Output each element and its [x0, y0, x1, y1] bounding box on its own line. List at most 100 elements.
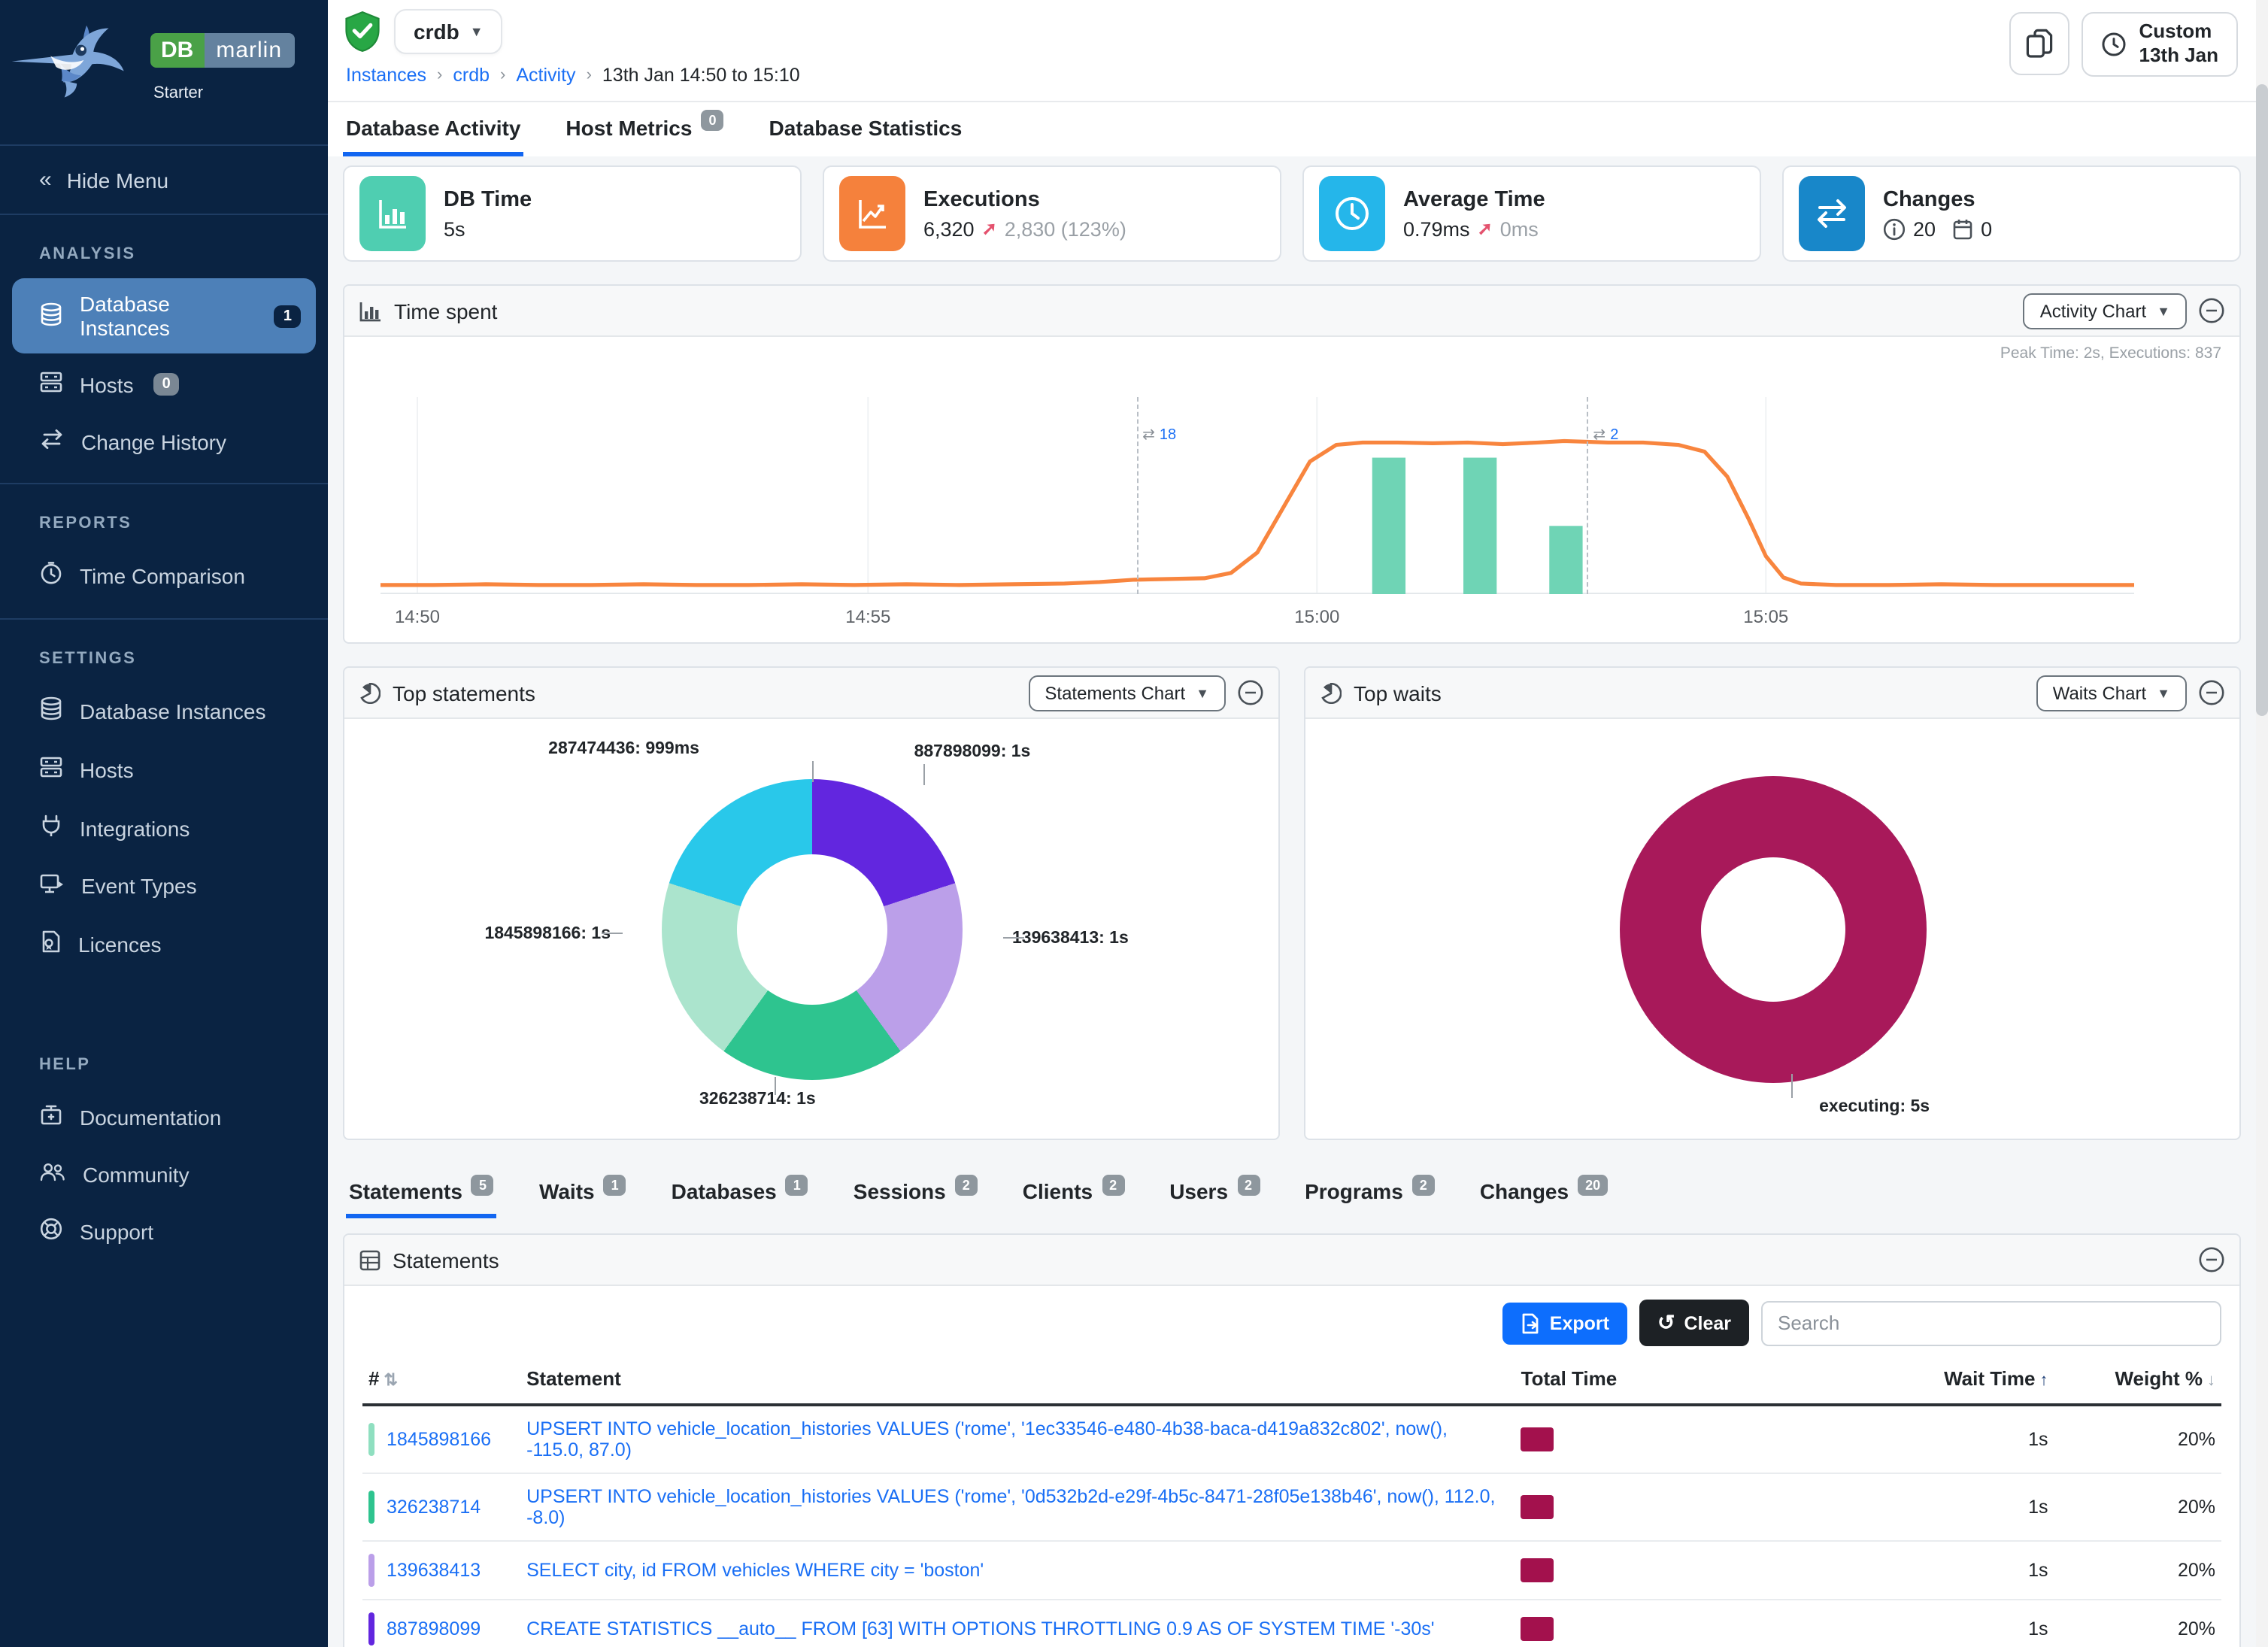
statement-id-link[interactable]: 139638413	[387, 1560, 481, 1581]
donut-ring[interactable]	[661, 778, 962, 1079]
column-header-total-time[interactable]: Total Time	[1515, 1358, 1813, 1405]
tab-statements[interactable]: Statements5	[346, 1167, 497, 1218]
pie-chart-icon	[1320, 682, 1342, 703]
collapse-panel-icon[interactable]	[2199, 1247, 2224, 1272]
waits-donut-chart[interactable]: executing: 5s	[1305, 719, 2239, 1139]
server-icon	[39, 370, 63, 399]
chevron-down-icon: ▼	[2157, 303, 2170, 318]
statement-sql-link[interactable]: UPSERT INTO vehicle_location_histories V…	[526, 1418, 1448, 1460]
sidebar-item-label: Hosts	[80, 372, 134, 396]
tab-clients[interactable]: Clients2	[1020, 1167, 1127, 1218]
sidebar-item-label: Community	[83, 1162, 190, 1186]
sidebar-item-label: Integrations	[80, 816, 190, 840]
donut-label: 326238714: 1s	[699, 1090, 816, 1109]
sidebar-item-label: Time Comparison	[80, 563, 245, 587]
swap-icon	[39, 429, 65, 454]
tab-users[interactable]: Users2	[1166, 1167, 1263, 1218]
statement-color-chip	[368, 1423, 374, 1456]
statement-sql-link[interactable]: UPSERT INTO vehicle_location_histories V…	[526, 1486, 1495, 1528]
column-header-statement[interactable]: Statement	[520, 1358, 1515, 1405]
statement-color-chip	[368, 1554, 374, 1587]
clear-button[interactable]: ↺ Clear	[1639, 1300, 1749, 1346]
tab-databases[interactable]: Databases1	[669, 1167, 811, 1218]
statement-id-link[interactable]: 326238714	[387, 1497, 481, 1518]
count-badge: 5	[471, 1175, 494, 1196]
undo-icon: ↺	[1657, 1310, 1675, 1336]
breadcrumb-crdb[interactable]: crdb	[453, 65, 490, 86]
column-header-weight-[interactable]: Weight %↓	[2054, 1358, 2221, 1405]
sidebar-item-time-comparison[interactable]: Time Comparison	[12, 547, 316, 603]
donut-label: 1845898166: 1s	[484, 925, 611, 943]
sidebar-item-community[interactable]: Community	[12, 1148, 316, 1200]
sidebar-item-label: Documentation	[80, 1105, 221, 1129]
donut-label: 887898099: 1s	[914, 743, 1031, 761]
statements-donut-chart[interactable]: 287474436: 999ms887898099: 1s1845898166:…	[344, 719, 1278, 1139]
donut-ring[interactable]	[1619, 775, 1926, 1082]
export-button[interactable]: Export	[1503, 1302, 1627, 1344]
column-header--[interactable]: #⇅	[362, 1358, 520, 1405]
topbar: crdb ▼ Instances›crdb›Activity›13th Jan …	[328, 0, 2256, 102]
tab-programs[interactable]: Programs2	[1302, 1167, 1438, 1218]
column-header-wait-time[interactable]: Wait Time↑	[1812, 1358, 2054, 1405]
statements-chart-select[interactable]: Statements Chart ▼	[1028, 675, 1226, 711]
card-value: 200	[1883, 217, 1992, 240]
tab-host-metrics[interactable]: Host Metrics0	[562, 102, 726, 156]
tab-changes[interactable]: Changes20	[1477, 1167, 1611, 1218]
sidebar-item-licences[interactable]: Licences	[12, 916, 316, 972]
sidebar-item-change-history[interactable]: Change History	[12, 415, 316, 468]
tab-sessions[interactable]: Sessions2	[850, 1167, 981, 1218]
pie-chart-icon	[359, 682, 381, 703]
change-marker-label: ⇄18	[1142, 427, 1176, 444]
statement-id-link[interactable]: 887898099	[387, 1618, 481, 1639]
time-range-button[interactable]: Custom 13th Jan	[2082, 12, 2239, 76]
hide-menu-button[interactable]: « Hide Menu	[0, 146, 328, 214]
sidebar-item-event-types[interactable]: Event Types	[12, 859, 316, 913]
clock-icon	[39, 561, 63, 590]
tab-database-statistics[interactable]: Database Statistics	[766, 102, 966, 156]
card-value: 0.79ms➚0ms	[1403, 217, 1545, 240]
collapse-panel-icon[interactable]	[1238, 680, 1263, 705]
waits-chart-select[interactable]: Waits Chart ▼	[2036, 675, 2187, 711]
statement-id-link[interactable]: 1845898166	[387, 1429, 491, 1450]
statement-color-chip	[368, 1491, 374, 1524]
statement-sql-link[interactable]: SELECT city, id FROM vehicles WHERE city…	[526, 1560, 984, 1581]
sidebar-item-integrations[interactable]: Integrations	[12, 800, 316, 856]
card-value: 6,320➚2,830 (123%)	[923, 217, 1126, 240]
tab-waits[interactable]: Waits1	[536, 1167, 629, 1218]
page-scrollbar[interactable]	[2256, 0, 2268, 1647]
sidebar-item-label: Database Instances	[80, 292, 255, 340]
clock-icon	[2102, 32, 2127, 57]
statement-sql-link[interactable]: CREATE STATISTICS __auto__ FROM [63] WIT…	[526, 1618, 1435, 1639]
sidebar-section-reports: REPORTSTime Comparison	[0, 484, 328, 618]
sidebar-item-database-instances[interactable]: Database Instances	[12, 683, 316, 739]
sidebar-item-support[interactable]: Support	[12, 1203, 316, 1259]
sort-asc-icon: ↑	[2039, 1372, 2048, 1390]
total-time-bar	[1521, 1495, 1554, 1519]
brand-db: DB	[150, 33, 204, 68]
copy-link-button[interactable]	[2010, 12, 2070, 75]
instance-selector[interactable]: crdb ▼	[394, 9, 503, 54]
search-input[interactable]	[1761, 1300, 2221, 1345]
tab-label: Clients	[1023, 1178, 1093, 1203]
collapse-panel-icon[interactable]	[2199, 680, 2224, 705]
chevron-down-icon: ▼	[470, 24, 484, 39]
trend-up-icon: ➚	[1478, 218, 1493, 239]
sidebar-item-hosts[interactable]: Hosts	[12, 742, 316, 797]
event-icon	[39, 872, 65, 899]
brand-logo: DBmarlin	[150, 33, 294, 68]
sidebar-section-help: HELPDocumentationCommunitySupport	[0, 1026, 328, 1274]
activity-chart-select[interactable]: Activity Chart ▼	[2024, 293, 2187, 329]
time-spent-chart[interactable]: Peak Time: 2s, Executions: 837 ⇄18⇄2 14:…	[344, 337, 2239, 642]
server-icon	[39, 755, 63, 784]
tab-database-activity[interactable]: Database Activity	[343, 102, 523, 156]
sidebar-item-database-instances[interactable]: Database Instances1	[12, 278, 316, 353]
sidebar-item-hosts[interactable]: Hosts0	[12, 356, 316, 412]
collapse-panel-icon[interactable]	[2199, 298, 2224, 323]
breadcrumb-activity[interactable]: Activity	[516, 65, 575, 86]
scrollbar-thumb[interactable]	[2256, 84, 2268, 716]
weight-value: 20%	[2054, 1405, 2221, 1473]
sidebar-item-documentation[interactable]: Documentation	[12, 1089, 316, 1145]
count-badge: 1	[786, 1175, 808, 1196]
breadcrumb-instances[interactable]: Instances	[346, 65, 426, 86]
peak-note: Peak Time: 2s, Executions: 837	[2000, 344, 2221, 362]
